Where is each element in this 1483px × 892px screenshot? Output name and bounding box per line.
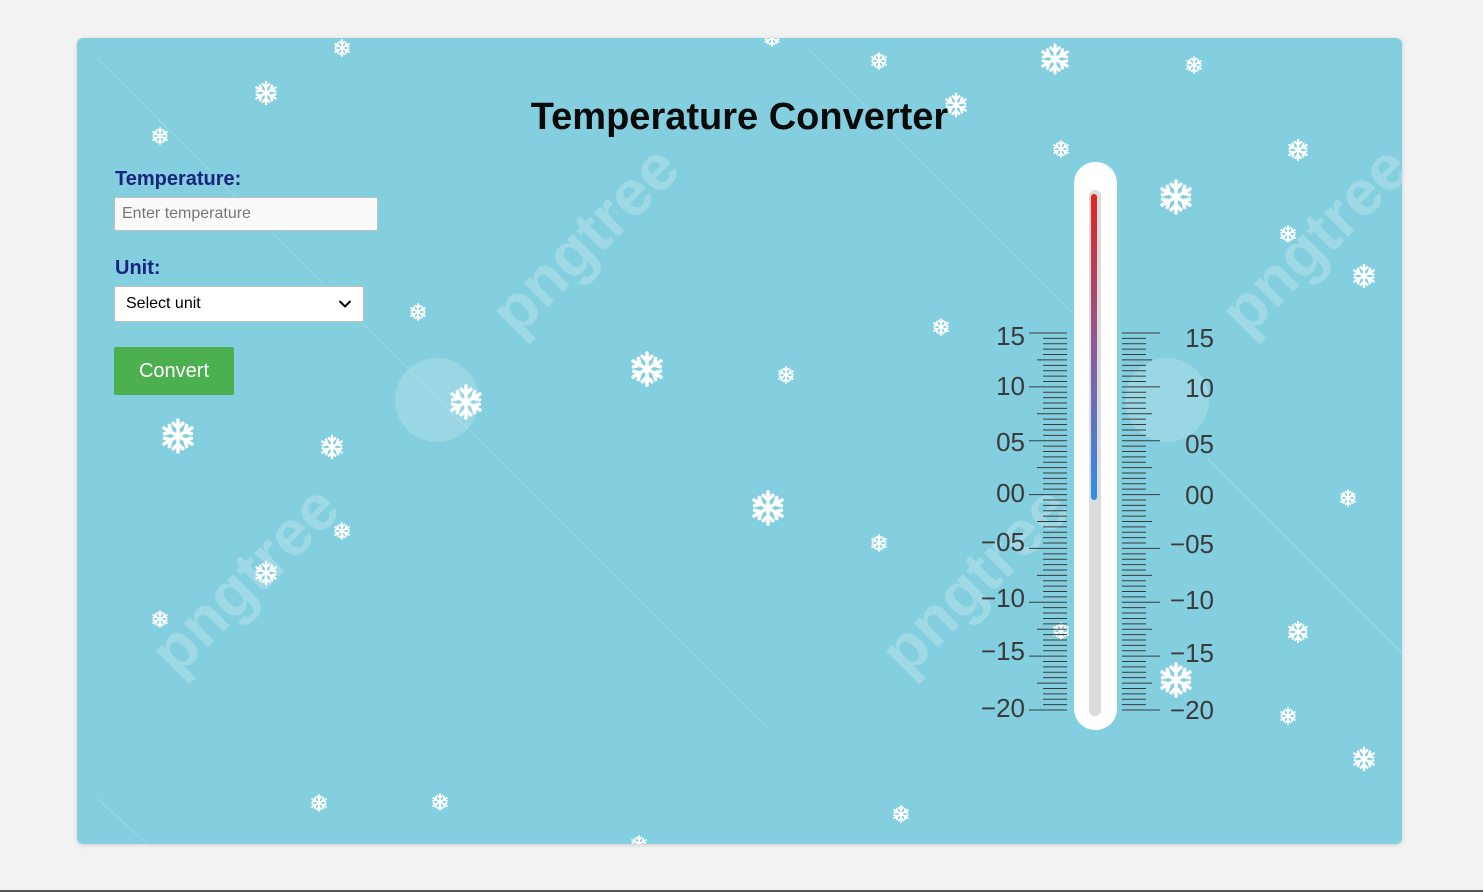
snowflake-icon [1053, 140, 1069, 158]
snowflake-icons [152, 38, 1375, 844]
snowflake-icon [162, 418, 194, 454]
snowflake-icon [1053, 622, 1069, 640]
snowflake-icon [1041, 43, 1069, 75]
snowflake-icon [311, 794, 327, 812]
watermark-lines [96, 47, 1402, 844]
watermark-brand: pngtree [866, 471, 1083, 688]
watermark-brand: pngtree [136, 471, 353, 688]
snowflake-icon [631, 351, 663, 387]
snowflake-icon [334, 39, 350, 57]
watermark-brand: pngtree [1206, 131, 1402, 348]
snowflake-icon [933, 318, 949, 336]
snowflake-icon [764, 38, 780, 47]
watermark-brand: pngtree [476, 131, 693, 348]
snowflake-icon [1186, 56, 1202, 74]
snow-background: pngtree pngtree pngtree pngtree [96, 38, 1402, 844]
snowflake-icon [321, 434, 343, 460]
snowflake-icon [1288, 620, 1308, 644]
snowflake-icon [778, 366, 794, 384]
unit-select-value: Select unit [126, 295, 201, 312]
convert-button[interactable]: Convert [114, 347, 234, 395]
snowflake-icon [1280, 707, 1296, 725]
converter-card: pngtree pngtree pngtree pngtree 15 10 05… [77, 38, 1402, 844]
unit-select[interactable]: Select unit [114, 286, 364, 322]
snowflake-icon [432, 793, 448, 811]
temperature-input[interactable] [114, 197, 378, 231]
snowflake-icon [1340, 489, 1356, 507]
unit-label: Unit: [115, 257, 161, 279]
snowflake-icon [752, 490, 784, 526]
snowflake-icon [410, 303, 426, 321]
snowflake-icon [871, 52, 887, 70]
snowflake-icon [893, 805, 909, 823]
snowflake-icon [1353, 263, 1375, 289]
chevron-down-icon [339, 300, 351, 308]
page-title: Temperature Converter [530, 96, 949, 138]
temperature-label: Temperature: [115, 168, 242, 190]
snowflake-icon [1288, 138, 1308, 162]
snowflake-icon [871, 534, 887, 552]
snowflake-icon [1353, 746, 1375, 772]
watermark-logo [1125, 358, 1209, 442]
snowflake-icon [631, 835, 647, 844]
snowflake-icon [1160, 179, 1192, 215]
snowflake-icon [1160, 662, 1192, 698]
